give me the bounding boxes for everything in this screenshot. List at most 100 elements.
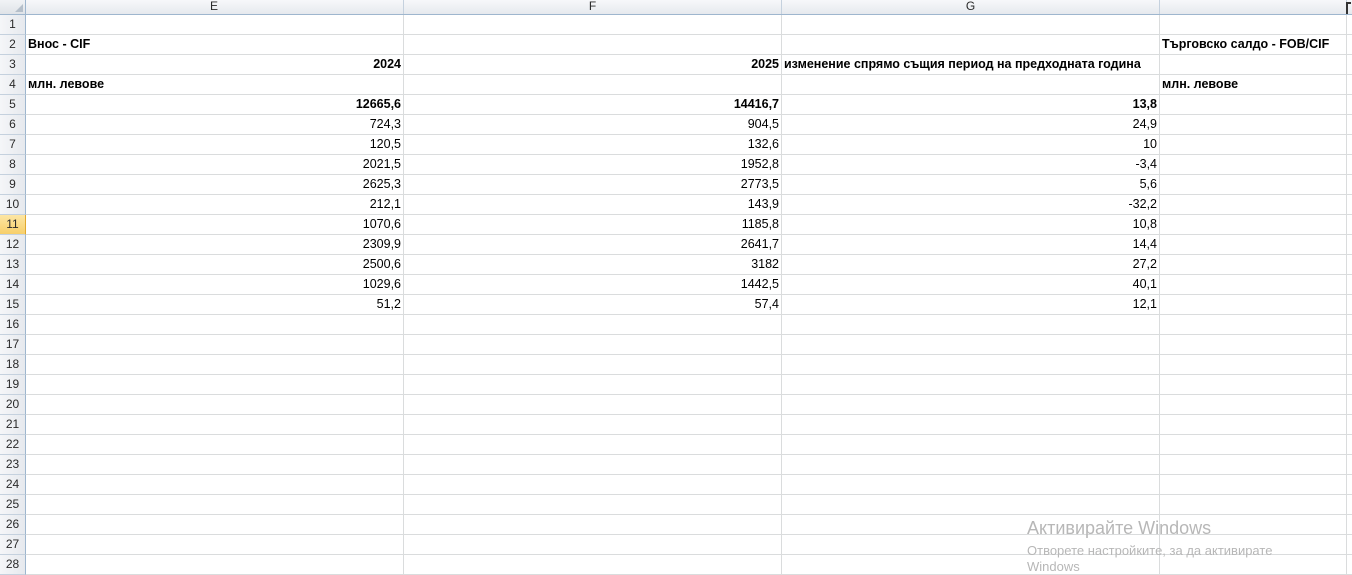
cell-h5[interactable] <box>1160 95 1347 114</box>
cell-g24[interactable] <box>782 475 1160 494</box>
cell-g10[interactable]: -32,2 <box>782 195 1160 214</box>
cell-h1[interactable] <box>1160 15 1347 34</box>
cell-g8[interactable]: -3,4 <box>782 155 1160 174</box>
cell-f6[interactable]: 904,5 <box>404 115 782 134</box>
cell-f23[interactable] <box>404 455 782 474</box>
cell-e2[interactable]: Внос - CIF <box>26 35 404 54</box>
row-header[interactable]: 22 <box>0 435 26 455</box>
cell-f19[interactable] <box>404 375 782 394</box>
row-header[interactable]: 6 <box>0 115 26 135</box>
row-header[interactable]: 28 <box>0 555 26 575</box>
cell-e21[interactable] <box>26 415 404 434</box>
row-header[interactable]: 9 <box>0 175 26 195</box>
cell-e23[interactable] <box>26 455 404 474</box>
cell-h20[interactable] <box>1160 395 1347 414</box>
cell-e8[interactable]: 2021,5 <box>26 155 404 174</box>
cell-f20[interactable] <box>404 395 782 414</box>
cell-f24[interactable] <box>404 475 782 494</box>
cell-g9[interactable]: 5,6 <box>782 175 1160 194</box>
cell-e4[interactable]: млн. левове <box>26 75 404 94</box>
cell-h7[interactable] <box>1160 135 1347 154</box>
row-header[interactable]: 20 <box>0 395 26 415</box>
row-header[interactable]: 17 <box>0 335 26 355</box>
cell-h3[interactable] <box>1160 55 1347 74</box>
cell-f8[interactable]: 1952,8 <box>404 155 782 174</box>
row-header[interactable]: 14 <box>0 275 26 295</box>
cell-h19[interactable] <box>1160 375 1347 394</box>
cell-h9[interactable] <box>1160 175 1347 194</box>
cell-f10[interactable]: 143,9 <box>404 195 782 214</box>
cell-h21[interactable] <box>1160 415 1347 434</box>
cell-g11[interactable]: 10,8 <box>782 215 1160 234</box>
column-header-h[interactable] <box>1160 0 1347 14</box>
row-header[interactable]: 4 <box>0 75 26 95</box>
spreadsheet-grid[interactable]: E F G 1 2 Внос - CIF Търговско салдо - FOB/… <box>0 0 1352 575</box>
cell-e11[interactable]: 1070,6 <box>26 215 404 234</box>
cell-e10[interactable]: 212,1 <box>26 195 404 214</box>
cell-f21[interactable] <box>404 415 782 434</box>
cell-e15[interactable]: 51,2 <box>26 295 404 314</box>
row-header[interactable]: 23 <box>0 455 26 475</box>
cell-h8[interactable] <box>1160 155 1347 174</box>
row-header[interactable]: 27 <box>0 535 26 555</box>
cell-g18[interactable] <box>782 355 1160 374</box>
row-header[interactable]: 1 <box>0 15 26 35</box>
cell-h13[interactable] <box>1160 255 1347 274</box>
cell-g5[interactable]: 13,8 <box>782 95 1160 114</box>
row-header[interactable]: 11 <box>0 215 26 235</box>
cell-g28[interactable] <box>782 555 1160 574</box>
cell-e16[interactable] <box>26 315 404 334</box>
cell-g1[interactable] <box>782 15 1160 34</box>
cell-e18[interactable] <box>26 355 404 374</box>
column-header-f[interactable]: F <box>404 0 782 14</box>
cell-h11[interactable] <box>1160 215 1347 234</box>
cell-e19[interactable] <box>26 375 404 394</box>
row-header[interactable]: 7 <box>0 135 26 155</box>
cell-h25[interactable] <box>1160 495 1347 514</box>
cell-e1[interactable] <box>26 15 404 34</box>
row-header[interactable]: 16 <box>0 315 26 335</box>
cell-e13[interactable]: 2500,6 <box>26 255 404 274</box>
cell-f14[interactable]: 1442,5 <box>404 275 782 294</box>
cell-g12[interactable]: 14,4 <box>782 235 1160 254</box>
cell-e12[interactable]: 2309,9 <box>26 235 404 254</box>
cell-f1[interactable] <box>404 15 782 34</box>
cell-g25[interactable] <box>782 495 1160 514</box>
cell-h2[interactable]: Търговско салдо - FOB/CIF <box>1160 35 1347 54</box>
cell-g17[interactable] <box>782 335 1160 354</box>
cell-e27[interactable] <box>26 535 404 554</box>
cell-f28[interactable] <box>404 555 782 574</box>
cell-f27[interactable] <box>404 535 782 554</box>
cell-f3[interactable]: 2025 <box>404 55 782 74</box>
cell-g4[interactable] <box>782 75 1160 94</box>
cell-f15[interactable]: 57,4 <box>404 295 782 314</box>
cell-h17[interactable] <box>1160 335 1347 354</box>
cell-g6[interactable]: 24,9 <box>782 115 1160 134</box>
cell-f4[interactable] <box>404 75 782 94</box>
cell-h4[interactable]: млн. левове <box>1160 75 1347 94</box>
cell-h23[interactable] <box>1160 455 1347 474</box>
cell-e26[interactable] <box>26 515 404 534</box>
cell-g27[interactable] <box>782 535 1160 554</box>
row-header[interactable]: 2 <box>0 35 26 55</box>
cell-g13[interactable]: 27,2 <box>782 255 1160 274</box>
row-header[interactable]: 19 <box>0 375 26 395</box>
cell-g2[interactable] <box>782 35 1160 54</box>
cell-e22[interactable] <box>26 435 404 454</box>
row-header[interactable]: 24 <box>0 475 26 495</box>
cell-h27[interactable] <box>1160 535 1347 554</box>
cell-g19[interactable] <box>782 375 1160 394</box>
cell-g20[interactable] <box>782 395 1160 414</box>
row-header[interactable]: 21 <box>0 415 26 435</box>
cell-g16[interactable] <box>782 315 1160 334</box>
row-header[interactable]: 18 <box>0 355 26 375</box>
cell-f13[interactable]: 3182 <box>404 255 782 274</box>
cell-g23[interactable] <box>782 455 1160 474</box>
row-header[interactable]: 5 <box>0 95 26 115</box>
cell-h26[interactable] <box>1160 515 1347 534</box>
cell-e3[interactable]: 2024 <box>26 55 404 74</box>
cell-g22[interactable] <box>782 435 1160 454</box>
row-header[interactable]: 25 <box>0 495 26 515</box>
cell-f2[interactable] <box>404 35 782 54</box>
cell-g21[interactable] <box>782 415 1160 434</box>
